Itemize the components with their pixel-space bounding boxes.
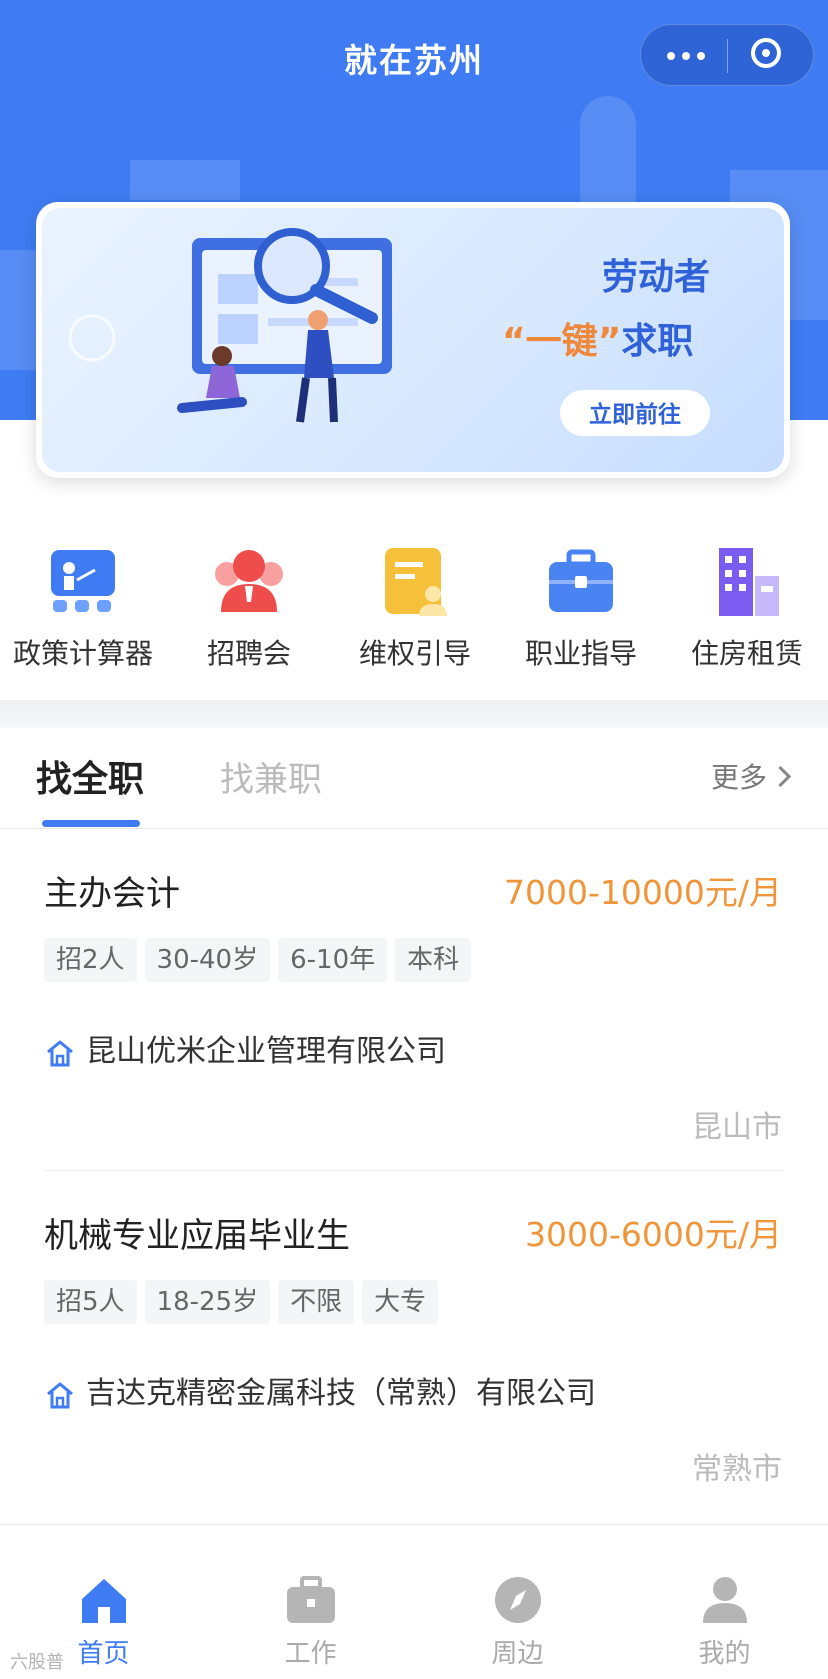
job-salary: 7000-10000元/月 <box>504 873 782 912</box>
service-rights-guide[interactable]: 维权引导 <box>332 546 498 672</box>
bottom-tab-bar: 首页 工作 周边 我的 <box>0 1524 828 1679</box>
briefcase-icon <box>285 1575 337 1625</box>
home-icon <box>78 1575 130 1625</box>
tab-label: 我的 <box>698 1639 751 1669</box>
job-tag: 大专 <box>362 1280 439 1324</box>
tab-label: 周边 <box>491 1639 544 1669</box>
user-icon <box>699 1575 751 1625</box>
building-icon <box>711 546 783 618</box>
job-tags: 招2人 30-40岁 6-10年 本科 <box>44 938 479 982</box>
compass-icon <box>492 1575 544 1625</box>
policy-calculator-icon <box>47 546 119 618</box>
tab-mine[interactable]: 我的 <box>621 1575 828 1670</box>
target-icon[interactable] <box>751 38 781 68</box>
company-name: 吉达克精密金属科技（常熟）有限公司 <box>86 1376 596 1411</box>
briefcase-icon <box>545 546 617 618</box>
tab-part-time[interactable]: 找兼职 <box>220 752 322 801</box>
capsule-divider <box>727 39 728 73</box>
company-name: 昆山优米企业管理有限公司 <box>86 1034 446 1069</box>
more-link[interactable]: 更多 <box>710 756 792 796</box>
job-city: 常熟市 <box>692 1452 782 1487</box>
home-outline-icon <box>47 1382 73 1408</box>
job-tabs: 找全职 找兼职 更多 <box>0 728 828 829</box>
job-title: 机械专业应届毕业生 <box>44 1216 350 1256</box>
job-tag: 6-10年 <box>278 938 388 982</box>
job-tag: 招5人 <box>44 1280 137 1324</box>
banner-subtitle-rest: 求职 <box>621 321 694 362</box>
more-dots-icon[interactable] <box>663 39 713 73</box>
service-label: 维权引导 <box>358 637 471 670</box>
job-tags: 招5人 18-25岁 不限 大专 <box>44 1280 446 1324</box>
tab-full-time[interactable]: 找全职 <box>36 750 144 802</box>
service-grid: 政策计算器 招聘会 维权引导 职业指导 住房租赁 <box>0 518 828 698</box>
skyline-decoration <box>130 160 240 200</box>
job-tag: 18-25岁 <box>144 1280 271 1324</box>
company-row: 昆山优米企业管理有限公司 <box>44 1026 446 1070</box>
banner-highlight: “一键” <box>502 321 622 362</box>
tab-nearby[interactable]: 周边 <box>414 1575 621 1670</box>
watermark: 六股普 <box>10 1652 64 1673</box>
home-outline-icon <box>47 1040 73 1066</box>
service-job-fair[interactable]: 招聘会 <box>166 546 332 672</box>
company-row: 吉达克精密金属科技（常熟）有限公司 <box>44 1368 596 1412</box>
skyline-decoration <box>580 96 636 206</box>
chevron-right-icon <box>769 765 792 788</box>
job-search-illustration <box>68 228 392 423</box>
skyline-decoration <box>0 250 40 370</box>
more-label: 更多 <box>710 761 767 794</box>
tab-work[interactable]: 工作 <box>207 1575 414 1670</box>
section-separator <box>0 700 828 728</box>
job-salary: 3000-6000元/月 <box>525 1215 782 1254</box>
service-career-guide[interactable]: 职业指导 <box>498 546 664 672</box>
job-fair-icon <box>213 546 285 618</box>
promo-banner[interactable]: 劳动者 “一键”求职 立即前往 <box>36 202 790 478</box>
job-tag: 30-40岁 <box>144 938 271 982</box>
banner-subtitle: “一键”求职 <box>502 312 693 364</box>
service-label: 住房租赁 <box>690 637 803 670</box>
service-label: 职业指导 <box>524 637 637 670</box>
rights-guide-icon <box>379 546 451 618</box>
service-housing[interactable]: 住房租赁 <box>664 546 828 672</box>
active-tab-indicator <box>42 820 140 827</box>
service-policy-calculator[interactable]: 政策计算器 <box>0 546 166 672</box>
go-now-button[interactable]: 立即前往 <box>560 390 710 436</box>
job-tag: 本科 <box>395 938 472 982</box>
job-card[interactable]: 机械专业应届毕业生 3000-6000元/月 招5人 18-25岁 不限 大专 吉达克… <box>0 1172 828 1512</box>
job-tag: 招2人 <box>44 938 137 982</box>
mini-program-capsule <box>640 24 814 86</box>
job-city: 昆山市 <box>692 1110 782 1145</box>
job-card[interactable]: 主办会计 7000-10000元/月 招2人 30-40岁 6-10年 本科 昆山优米… <box>0 830 828 1170</box>
divider <box>44 1170 784 1171</box>
job-tag: 不限 <box>278 1280 355 1324</box>
job-title: 主办会计 <box>44 874 180 914</box>
tab-label: 工作 <box>284 1639 337 1669</box>
service-label: 招聘会 <box>206 637 291 670</box>
service-label: 政策计算器 <box>12 637 153 670</box>
banner-title: 劳动者 <box>602 257 711 298</box>
